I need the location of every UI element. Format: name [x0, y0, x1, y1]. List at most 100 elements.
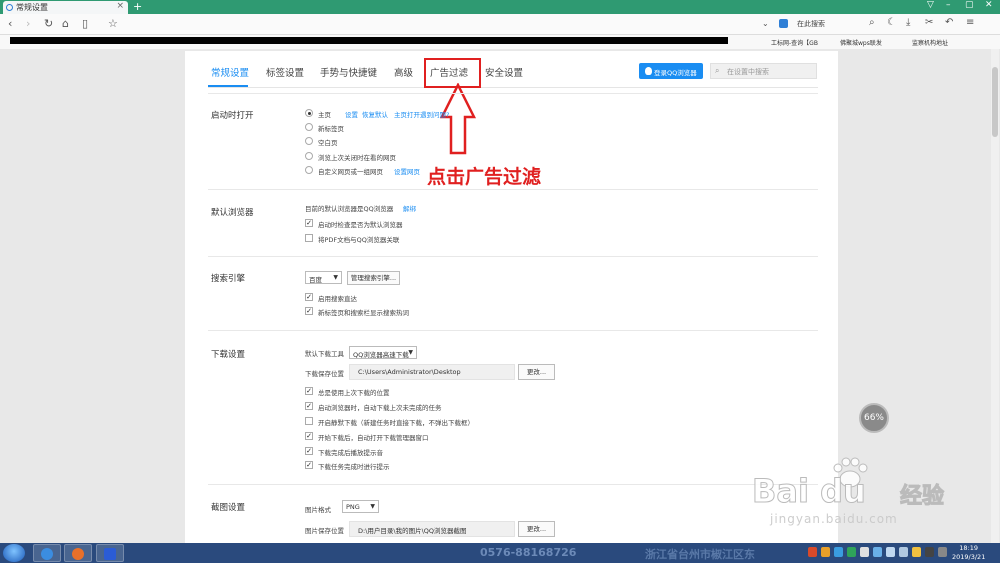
change-image-path-button[interactable]: 更改... — [518, 521, 555, 537]
browser-toolbar: ‹ › ↻ ⌂ ▯ ☆ ⌄ 在此搜索 ⌕ ☾ ⤓ ✂ ↶ ≡ — [0, 14, 1000, 35]
reader-icon[interactable]: ▯ — [82, 17, 88, 30]
night-mode-icon[interactable]: ☾ — [887, 17, 896, 28]
checkbox-pdf-association[interactable] — [305, 234, 313, 242]
tab-close-icon[interactable]: × — [116, 1, 124, 11]
network-icon[interactable] — [886, 547, 895, 557]
tray-app-icon[interactable] — [938, 547, 947, 557]
checkbox-silent-download[interactable] — [305, 417, 313, 425]
login-button[interactable]: 登录QQ浏览器 — [639, 63, 703, 79]
login-button-label: 登录QQ浏览器 — [654, 69, 697, 77]
checkbox-complete-sound[interactable]: ✓ — [305, 447, 313, 455]
checkbox-complete-notify[interactable]: ✓ — [305, 461, 313, 469]
checkbox-open-manager[interactable]: ✓ — [305, 432, 313, 440]
tab-title: 常规设置 — [16, 3, 48, 12]
checkbox-label: 将PDF文档与QQ浏览器关联 — [318, 236, 400, 244]
banner-phone: 0576-88168726 — [480, 546, 577, 559]
speed-ball[interactable]: 66% — [859, 403, 889, 433]
image-format-select[interactable]: PNG ▼ — [342, 500, 379, 513]
tab-security[interactable]: 安全设置 — [485, 65, 523, 79]
select-value: QQ浏览器高速下载 — [353, 351, 409, 359]
tab-gestures[interactable]: 手势与快捷键 — [320, 65, 377, 79]
tray-app-icon[interactable] — [808, 547, 817, 557]
dropdown-chevron-icon[interactable]: ⌄ — [762, 19, 769, 28]
checkbox-label: 新标签页和搜索栏显示搜索热词 — [318, 309, 409, 317]
checkbox-last-location[interactable]: ✓ — [305, 387, 313, 395]
checkbox-hot-words[interactable]: ✓ — [305, 307, 313, 315]
volume-icon[interactable] — [899, 547, 908, 557]
tray-app-icon[interactable] — [873, 547, 882, 557]
menu-icon[interactable]: ≡ — [966, 17, 974, 28]
bookmark-item[interactable]: 佛聚城wps联发 — [840, 38, 882, 47]
forward-icon[interactable]: › — [26, 17, 30, 30]
manage-search-engines-button[interactable]: 管理搜索引擎... — [347, 271, 400, 285]
close-window-button[interactable]: ✕ — [985, 0, 993, 10]
settings-search-input[interactable]: ⌕ 在设置中搜索 — [710, 63, 817, 79]
image-path-field[interactable]: D:\用户目录\我的图片\QQ浏览器截图 — [349, 521, 515, 537]
radio-last-session[interactable] — [305, 152, 313, 160]
start-button[interactable] — [3, 544, 25, 562]
radio-home[interactable] — [305, 109, 313, 117]
link-unbind[interactable]: 解绑 — [403, 203, 416, 213]
tab-general[interactable]: 常规设置 — [211, 65, 249, 79]
tray-app-icon[interactable] — [821, 547, 830, 557]
default-browser-status: 目前的默认浏览器是QQ浏览器 — [305, 205, 394, 213]
option-label: 新标签页 — [318, 125, 344, 133]
tray-app-icon[interactable] — [847, 547, 856, 557]
taskbar-clock[interactable]: 18:19 2019/3/21 — [952, 544, 985, 562]
link-home-problem[interactable]: 主页打开遇到问题? — [394, 109, 449, 119]
taskbar-app-firefox[interactable] — [64, 544, 92, 562]
download-tool-label: 默认下载工具 — [305, 350, 344, 358]
option-label: 自定义网页或一组网页 — [318, 168, 383, 176]
search-engine-select[interactable]: 百度 ▼ — [305, 271, 342, 284]
tray-app-icon[interactable] — [925, 547, 934, 557]
tray-app-icon[interactable] — [912, 547, 921, 557]
section-divider — [208, 189, 818, 190]
section-divider — [208, 484, 818, 485]
radio-custom-pages[interactable] — [305, 166, 313, 174]
link-restore-default[interactable]: 恢复默认 — [362, 109, 388, 119]
download-icon[interactable]: ⤓ — [906, 17, 910, 28]
browser-tab[interactable]: 常规设置 × — [3, 1, 128, 14]
nav-divider — [208, 87, 818, 88]
skin-icon[interactable]: ▽ — [927, 0, 934, 10]
minimize-button[interactable]: – — [946, 0, 951, 10]
download-tool-select[interactable]: QQ浏览器高速下载 ▼ — [349, 346, 417, 359]
image-format-label: 图片格式 — [305, 506, 331, 514]
radio-new-tab[interactable] — [305, 123, 313, 131]
link-set-pages[interactable]: 设置网页 — [394, 166, 420, 176]
new-tab-button[interactable]: + — [133, 0, 142, 13]
taskbar-app-wps[interactable] — [96, 544, 124, 562]
change-download-path-button[interactable]: 更改... — [518, 364, 555, 380]
settings-page: 常规设置 标签设置 手势与快捷键 高级 广告过滤 安全设置 登录QQ浏览器 ⌕ … — [185, 51, 838, 545]
bookmark-item[interactable]: 工标网-查询【GB — [771, 38, 818, 47]
download-path-field[interactable]: C:\Users\Administrator\Desktop — [349, 364, 515, 380]
bookmark-bar: 工标网-查询【GB 佛聚城wps联发 监察机构地址 — [0, 35, 1000, 49]
undo-icon[interactable]: ↶ — [945, 17, 953, 28]
home-icon[interactable]: ⌂ — [62, 17, 69, 30]
scroll-thumb[interactable] — [992, 67, 998, 137]
refresh-icon[interactable]: ↻ — [44, 17, 53, 30]
caret-down-icon: ▼ — [370, 503, 375, 510]
option-label: 浏览上次关闭时在看的网页 — [318, 154, 396, 162]
page-scrollbar[interactable] — [991, 49, 999, 543]
back-icon[interactable]: ‹ — [8, 17, 12, 30]
checkbox-search-direct[interactable]: ✓ — [305, 293, 313, 301]
checkbox-resume-downloads[interactable]: ✓ — [305, 402, 313, 410]
checkbox-check-default[interactable]: ✓ — [305, 219, 313, 227]
favorite-star-icon[interactable]: ☆ — [108, 17, 118, 30]
radio-blank[interactable] — [305, 137, 313, 145]
option-label: 空白页 — [318, 139, 338, 147]
tab-tabs[interactable]: 标签设置 — [266, 65, 304, 79]
taskbar-app-browser[interactable] — [33, 544, 61, 562]
link-set-home[interactable]: 设置 — [345, 109, 358, 119]
tray-app-icon[interactable] — [834, 547, 843, 557]
section-title-screenshot: 截图设置 — [211, 503, 246, 513]
tray-app-icon[interactable] — [860, 547, 869, 557]
search-icon[interactable]: ⌕ — [869, 17, 875, 28]
bookmark-item[interactable]: 监察机构地址 — [912, 38, 948, 47]
search-box[interactable]: 在此搜索 — [779, 17, 879, 32]
cut-icon[interactable]: ✂ — [925, 17, 933, 28]
tab-advanced[interactable]: 高级 — [394, 65, 413, 79]
maximize-button[interactable]: ▢ — [965, 0, 974, 10]
path-value: C:\Users\Administrator\Desktop — [358, 368, 461, 376]
